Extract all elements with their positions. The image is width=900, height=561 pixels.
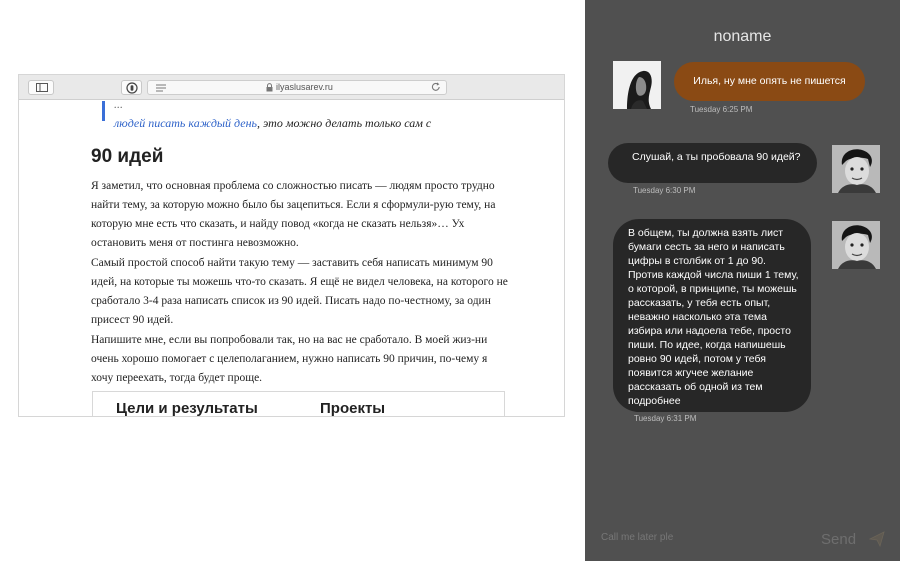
reader-icon[interactable] bbox=[156, 84, 166, 92]
message-timestamp: Tuesday 6:31 PM bbox=[634, 414, 697, 423]
person-photo-icon bbox=[832, 145, 880, 193]
address-bar[interactable]: ilyaslusarev.ru bbox=[147, 80, 447, 95]
privacy-shield-icon bbox=[126, 82, 138, 94]
outgoing-message-bubble: Слушай, а ты пробовала 90 идей? bbox=[608, 143, 817, 183]
send-icon[interactable] bbox=[869, 531, 885, 547]
chat-panel: noname Илья, ну мне опять не пишется Tue… bbox=[585, 0, 900, 561]
message-input[interactable]: Call me later ple bbox=[601, 532, 673, 543]
incoming-message-bubble: Илья, ну мне опять не пишется bbox=[674, 62, 865, 101]
clipped-quote-line: ... bbox=[114, 101, 123, 111]
table-header-goals: Цели и результаты bbox=[116, 400, 258, 417]
message-timestamp: Tuesday 6:30 PM bbox=[633, 186, 696, 195]
article-paragraph: Я заметил, что основная проблема со слож… bbox=[91, 180, 496, 249]
url-text: ilyaslusarev.ru bbox=[276, 82, 333, 92]
goals-projects-table: Цели и результаты Проекты bbox=[92, 391, 505, 417]
contact-avatar[interactable] bbox=[613, 61, 661, 109]
message-timestamp: Tuesday 6:25 PM bbox=[690, 105, 753, 114]
sidebar-icon bbox=[36, 83, 48, 92]
quote-line: людей писать каждый день, это можно дела… bbox=[114, 114, 522, 133]
article-paragraph: Напишите мне, если вы попробовали так, н… bbox=[91, 334, 488, 384]
chat-contact-name: noname bbox=[713, 28, 772, 45]
article-heading: 90 идей bbox=[91, 146, 164, 167]
user-avatar[interactable] bbox=[832, 145, 880, 193]
person-photo-icon bbox=[832, 221, 880, 269]
user-avatar[interactable] bbox=[832, 221, 880, 269]
article-paragraph: Самый простой способ найти такую тему — … bbox=[91, 257, 508, 326]
blockquote: ... людей писать каждый день, это можно … bbox=[102, 101, 522, 130]
web-page-content: ... людей писать каждый день, это можно … bbox=[19, 101, 564, 417]
lock-icon bbox=[266, 83, 273, 92]
privacy-report-button[interactable] bbox=[121, 80, 142, 95]
outgoing-message-bubble: В общем, ты должна взять лист бумаги сес… bbox=[613, 219, 811, 412]
browser-toolbar: ilyaslusarev.ru bbox=[19, 75, 564, 100]
table-header-projects: Проекты bbox=[320, 400, 386, 417]
person-photo-icon bbox=[613, 61, 661, 109]
reload-icon[interactable] bbox=[431, 82, 441, 92]
sidebar-toggle-button[interactable] bbox=[28, 80, 54, 95]
browser-screenshot: ilyaslusarev.ru ... людей писать каждый … bbox=[18, 74, 565, 417]
send-button[interactable]: Send bbox=[821, 531, 856, 548]
quote-link[interactable]: людей писать каждый день bbox=[114, 116, 257, 130]
quote-text: , это можно делать только сам с bbox=[257, 116, 432, 130]
